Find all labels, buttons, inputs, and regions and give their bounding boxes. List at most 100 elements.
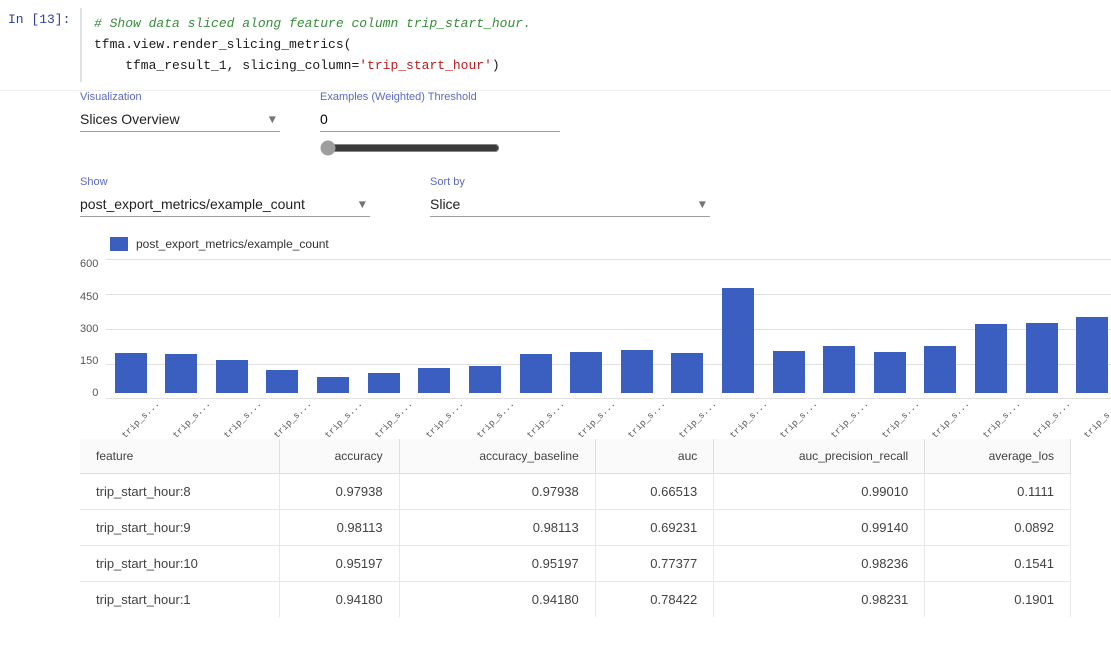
table-cell-1-3: 0.69231 [595,510,714,546]
table-cell-0-0: trip_start_hour:8 [80,474,279,510]
table-cell-2-2: 0.95197 [399,546,595,582]
bar-label-19: trip_s... [1082,399,1111,448]
threshold-slider[interactable] [320,140,500,156]
legend-color-box [110,237,128,251]
y-axis: 0 150 300 450 600 [80,259,98,419]
show-label: Show [80,176,370,188]
table-cell-0-1: 0.97938 [279,474,399,510]
chart-legend: post_export_metrics/example_count [110,237,1071,251]
sort-select[interactable]: Slice Accuracy AUC [430,192,710,217]
table-row-2: trip_start_hour:100.951970.951970.773770… [80,546,1071,582]
bar-18 [1026,323,1058,393]
slider-container [320,140,560,160]
code-line-2: tfma.view.render_slicing_metrics( [94,35,1099,56]
threshold-label: Examples (Weighted) Threshold [320,91,560,103]
table-cell-3-3: 0.78422 [595,582,714,618]
bar-12 [722,288,754,393]
bars-wrapper: trip_s... trip_s... trip_s... trip_s... … [106,259,1111,419]
sort-dropdown-wrapper: Slice Accuracy AUC ▼ [430,192,710,217]
bar-17 [975,324,1007,393]
chart-container: 0 150 300 450 600 trip_s... trip_s... tr… [80,259,1071,419]
table-cell-2-5: 0.1541 [925,546,1071,582]
show-sort-row: Show post_export_metrics/example_count a… [0,176,1111,217]
bar-col-17: trip_s... [967,324,1016,419]
table-cell-0-3: 0.66513 [595,474,714,510]
legend-label: post_export_metrics/example_count [136,237,329,251]
bar-6 [418,368,450,393]
bar-10 [621,350,653,393]
sort-label: Sort by [430,176,710,188]
bar-col-18: trip_s... [1017,323,1066,419]
y-label-150: 150 [80,356,98,367]
threshold-input[interactable] [320,107,560,132]
show-group: Show post_export_metrics/example_count a… [80,176,370,217]
code-string: 'trip_start_hour' [359,58,492,73]
header-row: feature accuracy accuracy_baseline auc a… [80,439,1071,474]
visualization-select[interactable]: Slices Overview Metrics Histogram [80,107,280,132]
table-cell-1-5: 0.0892 [925,510,1071,546]
visualization-dropdown-wrapper: Slices Overview Metrics Histogram ▼ [80,107,280,132]
bar-11 [671,353,703,393]
bar-5 [368,373,400,393]
table-cell-0-4: 0.99010 [714,474,925,510]
chart-inner: trip_s... trip_s... trip_s... trip_s... … [106,259,1111,419]
table-cell-1-4: 0.99140 [714,510,925,546]
table-cell-2-3: 0.77377 [595,546,714,582]
threshold-group: Examples (Weighted) Threshold [320,91,560,160]
code-cell: In [13]: # Show data sliced along featur… [0,0,1111,91]
bar-9 [570,352,602,393]
table-cell-3-4: 0.98231 [714,582,925,618]
table-body: trip_start_hour:80.979380.979380.665130.… [80,474,1071,618]
code-line-1: # Show data sliced along feature column … [94,14,1099,35]
table-row-1: trip_start_hour:90.981130.981130.692310.… [80,510,1071,546]
col-feature: feature [80,439,279,474]
table-cell-2-4: 0.98236 [714,546,925,582]
cell-label: In [13]: [0,8,80,31]
visualization-label: Visualization [80,91,280,103]
bar-8 [520,354,552,393]
table-cell-3-5: 0.1901 [925,582,1071,618]
sort-group: Sort by Slice Accuracy AUC ▼ [430,176,710,217]
bar-col-19: trip_s... [1068,317,1111,419]
table-cell-1-1: 0.98113 [279,510,399,546]
y-label-450: 450 [80,292,98,303]
bar-col-0: trip_s... [106,353,155,419]
chart-area: post_export_metrics/example_count 0 150 … [0,237,1111,419]
bar-15 [874,352,906,393]
bar-7 [469,366,501,393]
y-label-300: 300 [80,324,98,335]
bar-3 [266,370,298,393]
y-label-0: 0 [92,388,98,399]
bar-1 [165,354,197,393]
table-cell-1-2: 0.98113 [399,510,595,546]
data-table: feature accuracy accuracy_baseline auc a… [80,439,1071,617]
bar-0 [115,353,147,393]
table-row-0: trip_start_hour:80.979380.979380.665130.… [80,474,1071,510]
controls-row: Visualization Slices Overview Metrics Hi… [0,91,1111,160]
code-line-3: tfma_result_1, slicing_column='trip_star… [94,56,1099,77]
col-accuracy-baseline: accuracy_baseline [399,439,595,474]
table-cell-0-2: 0.97938 [399,474,595,510]
code-comment: # Show data sliced along feature column … [94,16,531,31]
bar-2 [216,360,248,393]
table-cell-0-5: 0.1111 [925,474,1071,510]
show-select[interactable]: post_export_metrics/example_count accura… [80,192,370,217]
code-func: tfma.view.render_slicing_metrics( [94,37,351,52]
table-cell-3-2: 0.94180 [399,582,595,618]
table-cell-3-1: 0.94180 [279,582,399,618]
table-area: feature accuracy accuracy_baseline auc a… [80,439,1071,617]
table-cell-3-0: trip_start_hour:1 [80,582,279,618]
table-cell-2-1: 0.95197 [279,546,399,582]
bar-4 [317,377,349,393]
code-func2: tfma_result_1, slicing_column= [94,58,359,73]
y-label-600: 600 [80,259,98,270]
table-row-3: trip_start_hour:10.941800.941800.784220.… [80,582,1071,618]
table-header: feature accuracy accuracy_baseline auc a… [80,439,1071,474]
bar-16 [924,346,956,393]
bar-13 [773,351,805,393]
show-dropdown-wrapper: post_export_metrics/example_count accura… [80,192,370,217]
bar-19 [1076,317,1108,393]
bar-col-12: trip_s... [714,288,763,419]
col-auc: auc [595,439,714,474]
visualization-group: Visualization Slices Overview Metrics Hi… [80,91,280,132]
